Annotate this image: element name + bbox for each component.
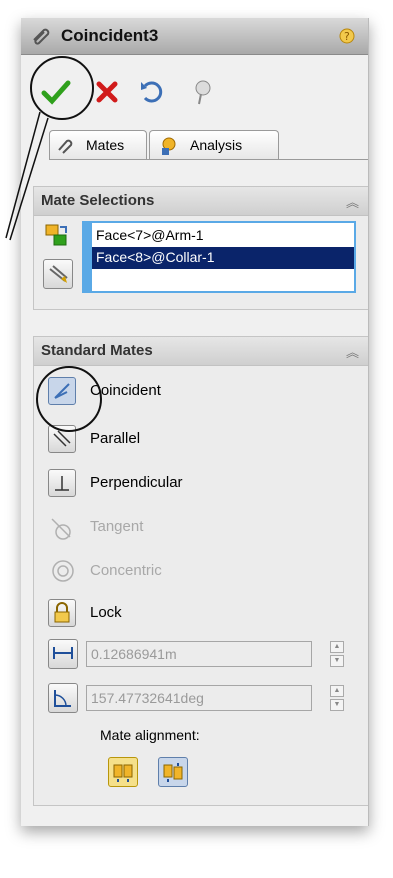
coincident-highlight-circle <box>36 366 102 432</box>
annotation-overlay <box>5 111 49 241</box>
ok-highlight-circle <box>30 56 94 120</box>
